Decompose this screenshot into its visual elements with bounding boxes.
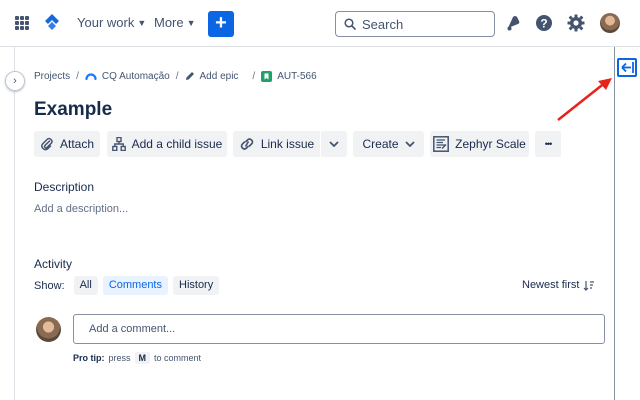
- pro-tip-label: Pro tip:: [73, 353, 105, 363]
- search-input[interactable]: [362, 16, 482, 32]
- help-icon[interactable]: ?: [534, 13, 554, 33]
- show-label: Show:: [34, 279, 65, 292]
- pro-tip-press: press: [108, 353, 131, 363]
- your-work-menu[interactable]: Your work ▼: [77, 15, 146, 30]
- story-icon: [261, 70, 273, 82]
- sidebar-collapsed: [0, 47, 15, 400]
- avatar: [36, 317, 61, 342]
- project-icon: [85, 73, 97, 81]
- attach-button[interactable]: Attach: [34, 131, 100, 157]
- keyboard-shortcut-key: M: [134, 352, 151, 364]
- expand-sidebar-button[interactable]: ›: [5, 71, 25, 91]
- filter-comments-button[interactable]: Comments: [102, 276, 168, 295]
- create-dropdown-button[interactable]: Create: [353, 131, 424, 157]
- issue-key: AUT-566: [277, 70, 317, 82]
- zephyr-scale-label: Zephyr Scale: [455, 137, 526, 151]
- add-child-issue-button[interactable]: Add a child issue: [107, 131, 227, 157]
- more-horizontal-icon: •••: [544, 139, 553, 149]
- collapse-panel-button[interactable]: [617, 58, 637, 77]
- chevron-down-icon: ▼: [186, 18, 196, 28]
- hierarchy-icon: [111, 137, 126, 151]
- sort-descending-icon: [584, 280, 595, 291]
- filter-all-button[interactable]: All: [73, 276, 98, 295]
- your-work-label: Your work: [77, 15, 135, 30]
- paperclip-icon: [40, 137, 53, 151]
- add-child-issue-label: Add a child issue: [131, 137, 223, 151]
- pencil-icon: [185, 72, 194, 80]
- search-icon: [344, 18, 356, 30]
- jira-logo-icon[interactable]: [42, 13, 62, 33]
- more-menu[interactable]: More ▼: [154, 15, 196, 30]
- sort-order-button[interactable]: Newest first: [522, 279, 595, 291]
- activity-filter-row: Show: All Comments History: [34, 276, 220, 295]
- more-label: More: [154, 15, 184, 30]
- pro-tip: Pro tip: press M to comment: [73, 352, 201, 364]
- activity-heading: Activity: [34, 257, 73, 271]
- notifications-icon[interactable]: [503, 13, 523, 33]
- settings-icon[interactable]: [566, 13, 586, 33]
- link-icon: [240, 138, 254, 150]
- breadcrumb-projects[interactable]: Projects: [34, 71, 70, 82]
- create-button[interactable]: +: [208, 11, 234, 37]
- attach-label: Attach: [59, 137, 95, 151]
- add-epic-link[interactable]: Add epic: [185, 70, 239, 82]
- breadcrumb: Projects / CQ Automação / Add epic / AUT…: [34, 70, 317, 82]
- breadcrumb-issue[interactable]: AUT-566: [261, 70, 317, 82]
- description-heading: Description: [34, 180, 95, 194]
- filter-history-button[interactable]: History: [173, 276, 220, 295]
- breadcrumb-project-label: CQ Automação: [101, 70, 170, 82]
- red-arrow-annotation-icon: [557, 78, 612, 121]
- chevron-down-icon: ▼: [137, 18, 147, 28]
- top-navigation-bar: Your work ▼ More ▼ + ?: [0, 0, 640, 47]
- breadcrumb-project[interactable]: CQ Automação: [85, 70, 170, 82]
- more-actions-button[interactable]: •••: [535, 131, 561, 157]
- link-issue-button[interactable]: Link issue: [233, 131, 320, 157]
- page-title[interactable]: Example: [34, 99, 112, 121]
- zephyr-scale-icon: [433, 136, 450, 152]
- avatar[interactable]: [600, 13, 620, 33]
- description-placeholder[interactable]: Add a description...: [34, 203, 128, 215]
- pro-tip-rest: to comment: [154, 353, 202, 363]
- search-box[interactable]: [335, 11, 495, 37]
- create-label: Create: [362, 137, 399, 151]
- arrow-left-to-line-icon: [621, 62, 634, 73]
- chevron-down-icon: [329, 141, 339, 147]
- sort-label: Newest first: [522, 279, 580, 291]
- chevron-down-icon: [404, 141, 415, 147]
- link-issue-dropdown-button[interactable]: [321, 131, 347, 157]
- link-issue-label: Link issue: [260, 137, 315, 151]
- grid-icon[interactable]: [15, 16, 29, 30]
- chevron-right-icon: ›: [13, 75, 17, 87]
- zephyr-scale-button[interactable]: Zephyr Scale: [430, 131, 529, 157]
- comment-input[interactable]: [73, 314, 605, 344]
- svg-text:?: ?: [540, 17, 547, 31]
- add-epic-label: Add epic: [199, 70, 239, 82]
